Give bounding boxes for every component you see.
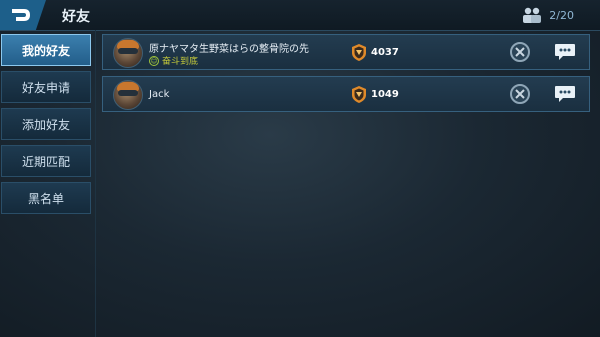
avatar[interactable]	[113, 80, 143, 110]
friend-count-display: 2/20	[521, 6, 574, 24]
friend-status-text: 奋斗到底	[162, 57, 199, 67]
friend-list: 原ナヤマタ生野菜はらの整骨院の先 ☺ 奋斗到底 4037 Jack 1049	[102, 34, 590, 118]
friends-group-icon	[523, 7, 542, 23]
remove-friend-button[interactable]	[510, 84, 530, 104]
sidebar-item-add-friend[interactable]: 添加好友	[1, 108, 91, 140]
rank-shield-icon	[352, 86, 366, 103]
sidebar-item-friend-requests[interactable]: 好友申请	[1, 71, 91, 103]
chat-icon[interactable]	[554, 43, 576, 61]
remove-friend-button[interactable]	[510, 42, 530, 62]
rank-score-value: 4037	[371, 47, 399, 58]
sidebar-item-label: 好友申请	[21, 80, 70, 95]
rank-score: 1049	[351, 86, 399, 103]
friend-row[interactable]: 原ナヤマタ生野菜はらの整骨院の先 ☺ 奋斗到底 4037	[102, 34, 590, 70]
top-bar: 好友 2/20	[0, 0, 600, 31]
close-icon	[515, 89, 525, 99]
friend-name: Jack	[149, 89, 170, 100]
rank-score: 4037	[351, 44, 399, 61]
sidebar-item-blacklist[interactable]: 黑名单	[1, 182, 91, 214]
sidebar-item-label: 我的好友	[21, 43, 70, 58]
sidebar-item-my-friends[interactable]: 我的好友	[1, 34, 91, 66]
friend-status: ☺ 奋斗到底	[149, 54, 198, 67]
rank-score-value: 1049	[371, 89, 399, 100]
chat-icon[interactable]	[554, 85, 576, 103]
friend-name: 原ナヤマタ生野菜はらの整骨院の先	[149, 44, 309, 55]
status-icon: ☺	[149, 55, 159, 66]
sidebar-item-label: 添加好友	[21, 117, 70, 132]
back-arrow-icon	[12, 9, 30, 21]
sidebar-item-label: 近期匹配	[21, 154, 70, 169]
sidebar-item-recent-matches[interactable]: 近期匹配	[1, 145, 91, 177]
back-button[interactable]	[0, 0, 46, 30]
sidebar-item-label: 黑名单	[27, 191, 64, 206]
friend-count: 2/20	[549, 8, 574, 22]
sidebar: 我的好友 好友申请 添加好友 近期匹配 黑名单	[0, 34, 92, 219]
friend-row[interactable]: Jack 1049	[102, 76, 590, 112]
page-title: 好友	[62, 9, 90, 25]
close-icon	[515, 47, 525, 57]
sidebar-divider	[95, 30, 96, 337]
rank-shield-icon	[352, 44, 366, 61]
avatar[interactable]	[113, 38, 143, 68]
